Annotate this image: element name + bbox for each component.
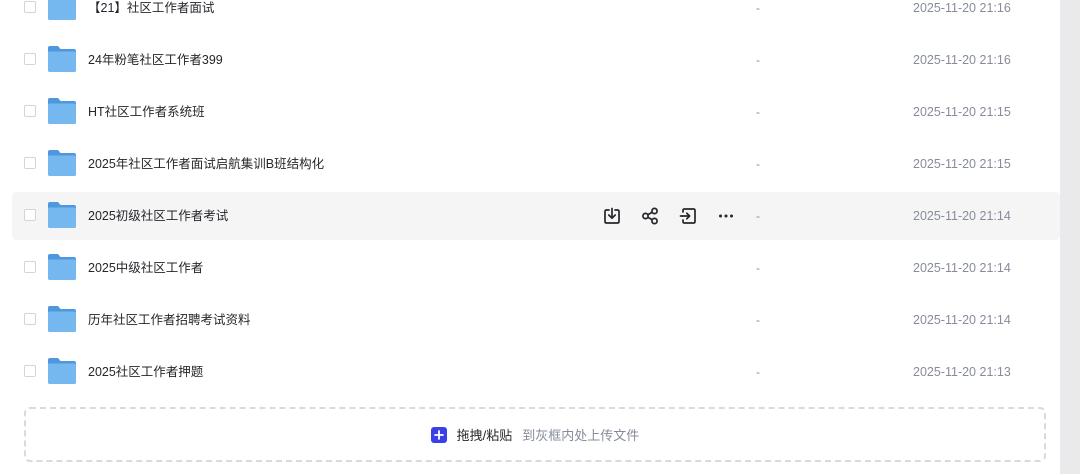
table-row[interactable]: 【21】社区工作者面试 - 2025-11-20 21:16 <box>12 0 1060 32</box>
row-checkbox[interactable] <box>24 157 36 169</box>
file-size: - <box>756 313 760 327</box>
file-manager-page: 【21】社区工作者面试 - 2025-11-20 21:16 24年粉笔社区工作… <box>0 0 1080 474</box>
download-button[interactable] <box>600 204 624 228</box>
folder-icon <box>48 358 76 384</box>
file-size: - <box>756 365 760 379</box>
row-checkbox[interactable] <box>24 209 36 221</box>
file-modified-date: 2025-11-20 21:16 <box>913 1 1011 15</box>
file-name[interactable]: 2025社区工作者押题 <box>88 348 203 396</box>
row-checkbox[interactable] <box>24 365 36 377</box>
share-icon <box>642 207 658 225</box>
table-row[interactable]: 2025社区工作者押题 - 2025-11-20 21:13 <box>12 348 1060 396</box>
plus-icon <box>430 426 447 443</box>
upload-drop-zone[interactable]: 拖拽/粘贴 到灰框内处上传文件 <box>24 407 1046 462</box>
file-name[interactable]: 历年社区工作者招聘考试资料 <box>88 296 251 344</box>
upload-hint: 到灰框内处上传文件 <box>522 428 640 443</box>
more-icon <box>719 214 733 218</box>
file-name[interactable]: 2025年社区工作者面试启航集训B班结构化 <box>88 140 324 188</box>
file-size: - <box>756 261 760 275</box>
file-modified-date: 2025-11-20 21:13 <box>913 365 1011 379</box>
folder-icon <box>48 0 76 20</box>
file-name[interactable]: 【21】社区工作者面试 <box>88 0 214 32</box>
file-size: - <box>756 157 760 171</box>
file-size: - <box>756 209 760 223</box>
table-row-hovered[interactable]: 2025初级社区工作者考试 - 2025-11-20 21:14 <box>12 192 1060 240</box>
move-button[interactable] <box>676 204 700 228</box>
file-modified-date: 2025-11-20 21:15 <box>913 157 1011 171</box>
table-row[interactable]: 历年社区工作者招聘考试资料 - 2025-11-20 21:14 <box>12 296 1060 344</box>
folder-icon <box>48 98 76 124</box>
scrollbar[interactable] <box>1060 0 1080 474</box>
file-modified-date: 2025-11-20 21:14 <box>913 261 1011 275</box>
folder-icon <box>48 254 76 280</box>
file-modified-date: 2025-11-20 21:16 <box>913 53 1011 67</box>
more-button[interactable] <box>714 204 738 228</box>
download-icon <box>604 207 620 224</box>
file-modified-date: 2025-11-20 21:15 <box>913 105 1011 119</box>
table-row[interactable]: 24年粉笔社区工作者399 - 2025-11-20 21:16 <box>12 36 1060 84</box>
table-row[interactable]: HT社区工作者系统班 - 2025-11-20 21:15 <box>12 88 1060 136</box>
file-name[interactable]: 2025中级社区工作者 <box>88 244 203 292</box>
file-name[interactable]: 24年粉笔社区工作者399 <box>88 36 223 84</box>
file-list: 【21】社区工作者面试 - 2025-11-20 21:16 24年粉笔社区工作… <box>12 0 1060 400</box>
share-button[interactable] <box>638 204 662 228</box>
file-modified-date: 2025-11-20 21:14 <box>913 313 1011 327</box>
upload-label: 拖拽/粘贴 <box>456 428 513 443</box>
folder-icon <box>48 150 76 176</box>
file-size: - <box>756 53 760 67</box>
table-row[interactable]: 2025年社区工作者面试启航集训B班结构化 - 2025-11-20 21:15 <box>12 140 1060 188</box>
row-checkbox[interactable] <box>24 261 36 273</box>
folder-icon <box>48 202 76 228</box>
file-size: - <box>756 1 760 15</box>
row-checkbox[interactable] <box>24 313 36 325</box>
row-checkbox[interactable] <box>24 105 36 117</box>
file-size: - <box>756 105 760 119</box>
row-checkbox[interactable] <box>24 53 36 65</box>
folder-icon <box>48 46 76 72</box>
file-name[interactable]: HT社区工作者系统班 <box>88 88 205 136</box>
row-checkbox[interactable] <box>24 1 36 13</box>
file-name[interactable]: 2025初级社区工作者考试 <box>88 192 228 240</box>
move-icon <box>679 208 696 224</box>
row-actions <box>600 204 738 228</box>
folder-icon <box>48 306 76 332</box>
table-row[interactable]: 2025中级社区工作者 - 2025-11-20 21:14 <box>12 244 1060 292</box>
file-modified-date: 2025-11-20 21:14 <box>913 209 1011 223</box>
